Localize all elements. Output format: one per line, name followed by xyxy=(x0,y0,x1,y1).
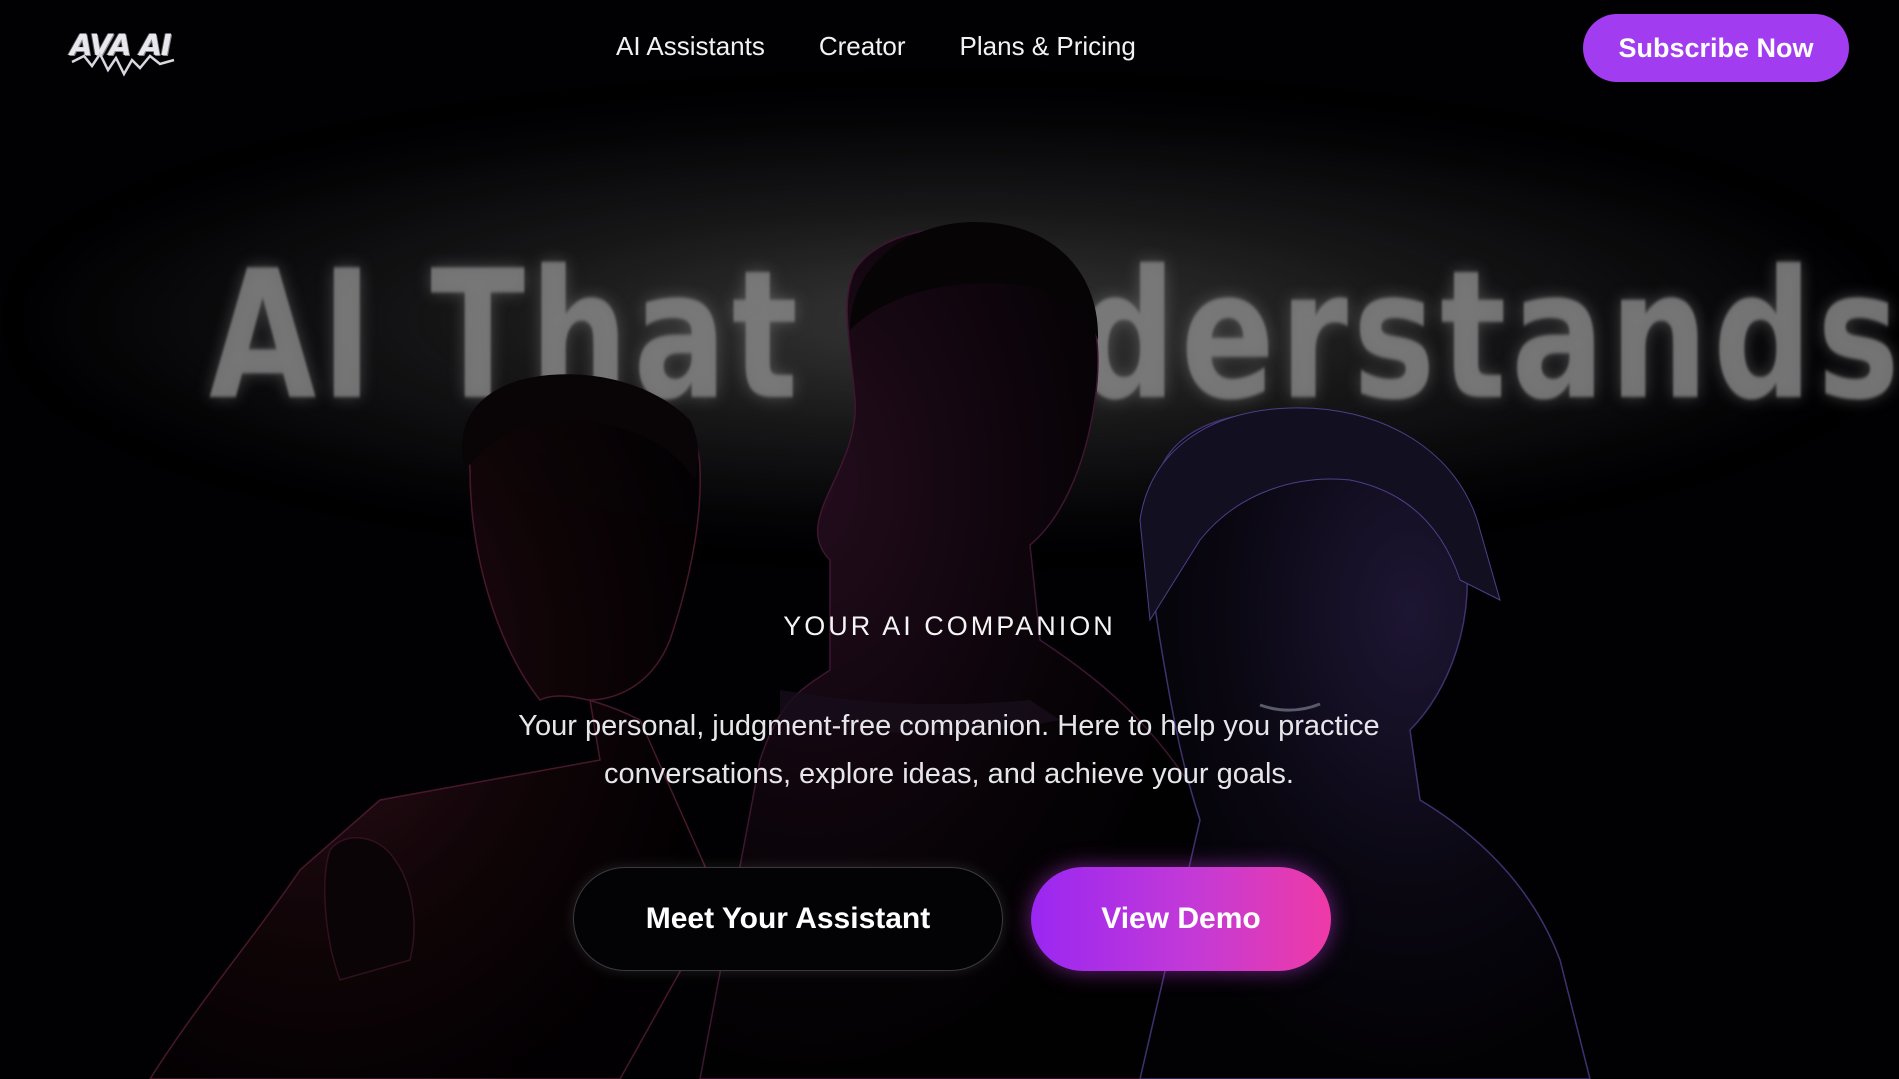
nav-link-ai-assistants[interactable]: AI Assistants xyxy=(616,31,765,62)
nav-links: AI Assistants Creator Plans & Pricing xyxy=(616,31,1136,62)
meet-your-assistant-button[interactable]: Meet Your Assistant xyxy=(573,867,1003,971)
hero-subtitle: Your personal, judgment-free companion. … xyxy=(449,702,1449,798)
hero-subtitle-line-2: conversations, explore ideas, and achiev… xyxy=(604,758,1294,790)
hero-eyebrow: YOUR AI COMPANION xyxy=(783,611,1116,641)
top-navbar: AVA AI AI Assistants Creator Plans & Pri… xyxy=(0,0,1899,96)
logo-wave-icon xyxy=(71,52,175,77)
nav-link-plans-pricing[interactable]: Plans & Pricing xyxy=(960,31,1136,62)
brand-logo[interactable]: AVA AI xyxy=(70,24,176,78)
landing-page: AI That Understands You xyxy=(0,0,1899,1079)
nav-link-creator[interactable]: Creator xyxy=(819,31,906,62)
view-demo-button[interactable]: View Demo xyxy=(1031,867,1331,971)
subscribe-now-button[interactable]: Subscribe Now xyxy=(1583,14,1849,82)
hero-subtitle-line-1: Your personal, judgment-free companion. … xyxy=(518,710,1380,742)
